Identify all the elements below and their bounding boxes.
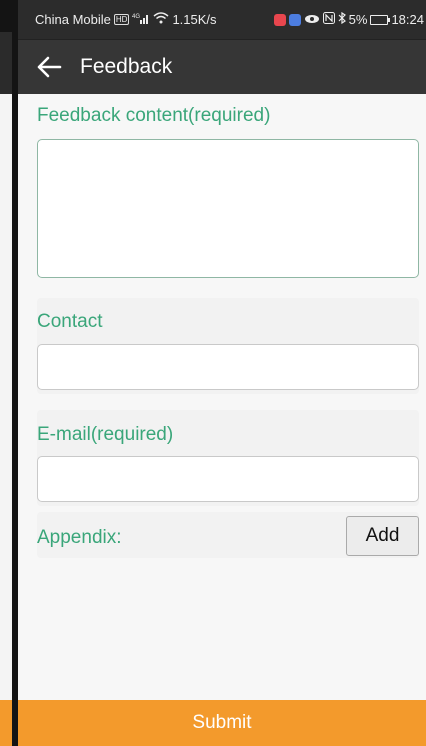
status-bar-left: China Mobile HD 4G 1.15K/s bbox=[35, 12, 217, 27]
app-bar: Feedback bbox=[18, 40, 426, 94]
background-app-footer bbox=[0, 700, 12, 746]
battery-percent: 5% bbox=[348, 12, 368, 27]
email-label: E-mail(required) bbox=[37, 424, 174, 445]
wifi-icon bbox=[153, 12, 169, 27]
feedback-screen: China Mobile HD 4G 1.15K/s 5% 18:24 Feed… bbox=[18, 0, 426, 746]
appendix-label: Appendix: bbox=[37, 527, 122, 548]
bluetooth-icon bbox=[338, 11, 346, 27]
status-bar: China Mobile HD 4G 1.15K/s 5% 18:24 bbox=[18, 0, 426, 40]
background-app-body bbox=[0, 94, 12, 700]
submit-button[interactable]: Submit bbox=[18, 700, 426, 746]
svg-text:4G: 4G bbox=[132, 14, 140, 20]
contact-input[interactable] bbox=[37, 344, 419, 390]
feedback-content-label: Feedback content(required) bbox=[37, 105, 271, 126]
notification-app-icon bbox=[273, 13, 286, 26]
signal-icon: 4G bbox=[132, 12, 150, 27]
notification-app-icon-2 bbox=[288, 13, 301, 26]
contact-label: Contact bbox=[37, 311, 103, 332]
eye-icon bbox=[304, 12, 320, 27]
status-bar-right: 5% 18:24 bbox=[273, 11, 424, 27]
back-button[interactable] bbox=[32, 50, 66, 84]
background-app-header bbox=[0, 32, 12, 94]
hd-badge: HD bbox=[113, 14, 130, 25]
clock: 18:24 bbox=[391, 12, 424, 27]
battery-icon bbox=[370, 14, 391, 25]
nfc-icon bbox=[322, 12, 335, 27]
email-input[interactable] bbox=[37, 456, 419, 502]
background-app-edge bbox=[0, 0, 18, 746]
page-title: Feedback bbox=[80, 55, 173, 78]
arrow-left-icon bbox=[37, 56, 62, 78]
feedback-content-input[interactable] bbox=[37, 139, 419, 278]
carrier-name: China Mobile bbox=[35, 12, 111, 27]
network-speed: 1.15K/s bbox=[172, 12, 217, 27]
add-attachment-button[interactable]: Add bbox=[346, 516, 419, 556]
